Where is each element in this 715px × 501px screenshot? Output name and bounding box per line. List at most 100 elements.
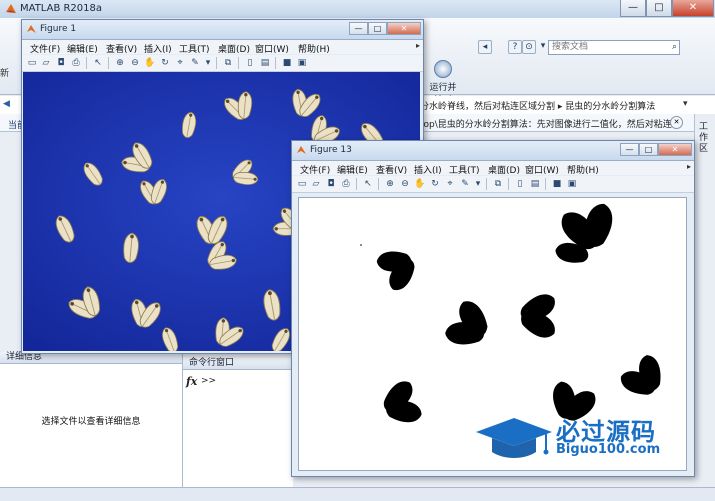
- print-icon[interactable]: ⎙: [70, 57, 82, 69]
- zoom-out-icon[interactable]: ⊖: [129, 57, 141, 69]
- main-window-title: MATLAB R2018a: [20, 3, 103, 14]
- figure-1-title-bar[interactable]: Figure 1 — □ ✕: [22, 20, 423, 40]
- toolbar-separator: [545, 178, 546, 190]
- rotate-icon[interactable]: ↻: [429, 178, 441, 190]
- show-tools-icon[interactable]: ▣: [566, 178, 578, 190]
- brush-icon[interactable]: ✎: [189, 57, 201, 69]
- new-icon[interactable]: ▭: [296, 178, 308, 190]
- brush-icon[interactable]: ✎: [459, 178, 471, 190]
- maximize-button[interactable]: □: [646, 0, 672, 17]
- figure-13-menu-bar: 文件(F) 编辑(E) 查看(V) 插入(I) 工具(T) 桌面(D) 窗口(W…: [292, 161, 694, 176]
- toolbar-separator: [238, 57, 239, 69]
- menu-window[interactable]: 窗口(W): [525, 163, 559, 176]
- menu-pin-icon[interactable]: ▸: [687, 162, 691, 171]
- zoom-in-icon[interactable]: ⊕: [384, 178, 396, 190]
- save-icon[interactable]: ◘: [55, 57, 67, 69]
- menu-edit[interactable]: 编辑(E): [67, 42, 98, 55]
- workspace-label: 工作区: [699, 122, 709, 154]
- open-icon[interactable]: ▱: [40, 57, 52, 69]
- menu-edit[interactable]: 编辑(E): [337, 163, 368, 176]
- graduation-cap-icon: [476, 418, 552, 458]
- open-icon[interactable]: ▱: [310, 178, 322, 190]
- menu-tools[interactable]: 工具(T): [179, 42, 210, 55]
- hide-tools-icon[interactable]: ■: [281, 57, 293, 69]
- documentation-search-input[interactable]: 搜索文档 ⌕: [548, 40, 680, 55]
- colorbar-icon[interactable]: ▯: [244, 57, 256, 69]
- figure-13-title-bar[interactable]: Figure 13 — □ ✕: [292, 141, 694, 161]
- minimize-button[interactable]: —: [620, 0, 646, 17]
- menu-help[interactable]: 帮助(H): [567, 163, 599, 176]
- menu-insert[interactable]: 插入(I): [414, 163, 442, 176]
- workspace-side-panel[interactable]: 工作区: [694, 114, 715, 364]
- figure-13-minimize-button[interactable]: —: [620, 143, 639, 156]
- menu-file[interactable]: 文件(F): [30, 42, 60, 55]
- figure-1-minimize-button[interactable]: —: [349, 22, 368, 35]
- figure-13-title: Figure 13: [310, 145, 352, 155]
- link-icon[interactable]: ⧉: [492, 178, 504, 190]
- figure-1-maximize-button[interactable]: □: [368, 22, 387, 35]
- zoom-out-icon[interactable]: ⊖: [399, 178, 411, 190]
- pointer-icon[interactable]: ↖: [92, 57, 104, 69]
- function-browser-icon[interactable]: fx: [186, 375, 197, 388]
- search-placeholder: 搜索文档: [552, 42, 589, 52]
- menu-view[interactable]: 查看(V): [106, 42, 137, 55]
- menu-tools[interactable]: 工具(T): [449, 163, 480, 176]
- close-button[interactable]: ✕: [672, 0, 714, 17]
- main-title-bar[interactable]: MATLAB R2018a — □ ✕: [0, 0, 715, 19]
- brush-dropdown-icon[interactable]: ▾: [472, 178, 484, 190]
- watermark-english-text: Biguo100.com: [556, 442, 661, 457]
- print-icon[interactable]: ⎙: [340, 178, 352, 190]
- matlab-logo-icon: [6, 4, 16, 13]
- hide-tools-icon[interactable]: ■: [551, 178, 563, 190]
- toolbar-separator: [86, 57, 87, 69]
- zoom-in-icon[interactable]: ⊕: [114, 57, 126, 69]
- command-window[interactable]: 命令行窗口 fx >>: [183, 358, 293, 500]
- toolbar-separator: [378, 178, 379, 190]
- toolbar-separator: [508, 178, 509, 190]
- figure-1-menu-bar: 文件(F) 编辑(E) 查看(V) 插入(I) 工具(T) 桌面(D) 窗口(W…: [22, 40, 423, 55]
- toolbar-separator: [108, 57, 109, 69]
- new-icon[interactable]: ▭: [26, 57, 38, 69]
- brush-dropdown-icon[interactable]: ▾: [202, 57, 214, 69]
- editor-tab-title[interactable]: top\昆虫的分水岭分割算法：先对图像进行二值化，然后对粘连: [420, 117, 672, 130]
- toolbar-separator: [275, 57, 276, 69]
- figure-1-close-button[interactable]: ✕: [387, 22, 421, 35]
- show-tools-icon[interactable]: ▣: [296, 57, 308, 69]
- tab-close-icon[interactable]: ✕: [670, 116, 683, 129]
- figure-13-toolbar: ▭ ▱ ◘ ⎙ ↖ ⊕ ⊖ ✋ ↻ ⌖ ✎ ▾ ⧉ ▯ ▤ ■ ▣: [292, 176, 694, 193]
- watermark: 必过源码 Biguo100.com: [474, 412, 674, 462]
- run-and-time-icon: [434, 60, 452, 78]
- colorbar-icon[interactable]: ▯: [514, 178, 526, 190]
- community-icon[interactable]: ⊙: [522, 40, 536, 54]
- menu-desktop[interactable]: 桌面(D): [488, 163, 520, 176]
- menu-help[interactable]: 帮助(H): [298, 42, 330, 55]
- help-icon[interactable]: ?: [508, 40, 522, 54]
- command-window-header: 命令行窗口: [183, 358, 293, 370]
- data-cursor-icon[interactable]: ⌖: [174, 57, 186, 69]
- menu-view[interactable]: 查看(V): [376, 163, 407, 176]
- pan-icon[interactable]: ✋: [144, 57, 156, 69]
- figure-13-close-button[interactable]: ✕: [658, 143, 692, 156]
- pan-icon[interactable]: ✋: [414, 178, 426, 190]
- legend-icon[interactable]: ▤: [529, 178, 541, 190]
- legend-icon[interactable]: ▤: [259, 57, 271, 69]
- status-bar: [0, 487, 715, 501]
- menu-window[interactable]: 窗口(W): [255, 42, 289, 55]
- back-icon[interactable]: ◂: [478, 40, 492, 54]
- link-icon[interactable]: ⧉: [222, 57, 234, 69]
- menu-pin-icon[interactable]: ▸: [416, 41, 420, 50]
- nav-left-icon[interactable]: ◀: [3, 99, 13, 109]
- menu-file[interactable]: 文件(F): [300, 163, 330, 176]
- rotate-icon[interactable]: ↻: [159, 57, 171, 69]
- menu-insert[interactable]: 插入(I): [144, 42, 172, 55]
- figure-13-maximize-button[interactable]: □: [639, 143, 658, 156]
- address-dropdown-icon[interactable]: ▾: [683, 99, 688, 109]
- save-icon[interactable]: ◘: [325, 178, 337, 190]
- menu-desktop[interactable]: 桌面(D): [218, 42, 250, 55]
- toolbar-separator: [356, 178, 357, 190]
- figure-1-toolbar: ▭ ▱ ◘ ⎙ ↖ ⊕ ⊖ ✋ ↻ ⌖ ✎ ▾ ⧉ ▯ ▤ ■ ▣: [22, 55, 423, 72]
- data-cursor-icon[interactable]: ⌖: [444, 178, 456, 190]
- pointer-icon[interactable]: ↖: [362, 178, 374, 190]
- details-message: 选择文件以查看详细信息: [41, 417, 141, 427]
- figure-icon: [297, 146, 306, 154]
